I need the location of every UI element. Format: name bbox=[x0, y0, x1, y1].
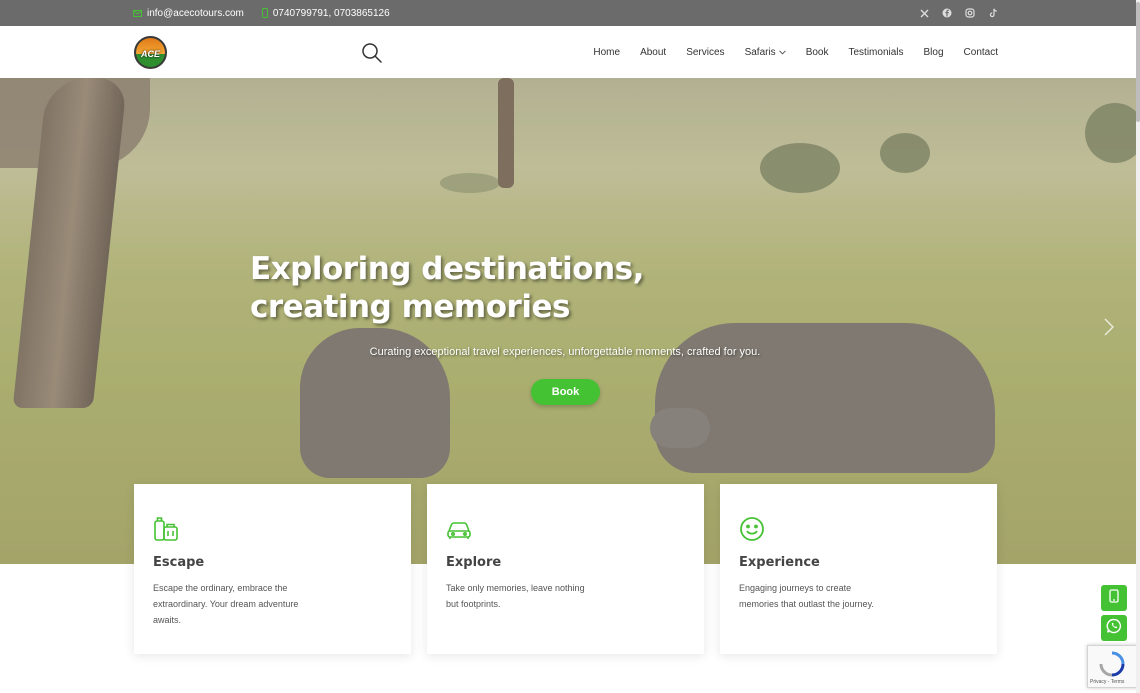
nav-services[interactable]: Services bbox=[686, 47, 724, 58]
search-icon[interactable] bbox=[361, 42, 383, 64]
feature-card-experience: Experience Engaging journeys to create m… bbox=[720, 484, 997, 654]
card-text: Engaging journeys to create memories tha… bbox=[739, 583, 874, 609]
car-icon bbox=[446, 516, 472, 542]
recaptcha-terms[interactable]: Privacy - Terms bbox=[1090, 679, 1124, 685]
email-link[interactable]: info@acecotours.com bbox=[133, 8, 244, 19]
whatsapp-button[interactable] bbox=[1101, 615, 1127, 641]
phone-icon bbox=[1109, 588, 1119, 608]
card-title: Experience bbox=[739, 555, 820, 570]
call-button[interactable] bbox=[1101, 585, 1127, 611]
x-icon[interactable] bbox=[919, 8, 929, 18]
site-header: ACE Home About Services Safaris Book Tes… bbox=[0, 26, 1140, 78]
envelope-icon bbox=[133, 9, 142, 17]
phone-icon bbox=[261, 8, 268, 18]
tiktok-icon[interactable] bbox=[988, 8, 998, 18]
card-title: Escape bbox=[153, 555, 205, 570]
site-logo[interactable]: ACE bbox=[134, 36, 167, 69]
nav-testimonials[interactable]: Testimonials bbox=[848, 47, 903, 58]
book-button[interactable]: Book bbox=[531, 379, 600, 405]
contact-info: info@acecotours.com 0740799791, 07038651… bbox=[133, 0, 390, 26]
card-text: Escape the ordinary, embrace the extraor… bbox=[153, 583, 299, 625]
feature-card-escape: Escape Escape the ordinary, embrace the … bbox=[134, 484, 411, 654]
card-title: Explore bbox=[446, 555, 502, 570]
logo-text: ACE bbox=[140, 49, 160, 59]
nav-about[interactable]: About bbox=[640, 47, 666, 58]
smile-icon bbox=[739, 516, 765, 542]
nav-contact[interactable]: Contact bbox=[964, 47, 998, 58]
phone-text: 0740799791, 0703865126 bbox=[272, 7, 390, 19]
nav-home[interactable]: Home bbox=[593, 47, 620, 58]
chevron-right-icon[interactable] bbox=[1104, 318, 1118, 338]
instagram-icon[interactable] bbox=[965, 8, 975, 18]
email-text: info@acecotours.com bbox=[147, 7, 244, 19]
hero-title: Exploring destinations, creating memorie… bbox=[250, 251, 644, 325]
card-text: Take only memories, leave nothing but fo… bbox=[446, 583, 585, 609]
feature-card-explore: Explore Take only memories, leave nothin… bbox=[427, 484, 704, 654]
facebook-icon[interactable] bbox=[942, 8, 952, 18]
whatsapp-icon bbox=[1106, 618, 1122, 639]
luggage-icon bbox=[153, 516, 179, 542]
page-scrollbar[interactable] bbox=[1136, 0, 1140, 693]
scrollbar-thumb[interactable] bbox=[1136, 2, 1140, 122]
social-links bbox=[919, 0, 998, 26]
nav-book[interactable]: Book bbox=[806, 47, 829, 58]
chevron-down-icon bbox=[778, 47, 786, 58]
main-nav: Home About Services Safaris Book Testimo… bbox=[573, 26, 998, 78]
top-bar: info@acecotours.com 0740799791, 07038651… bbox=[0, 0, 1140, 26]
hero-subtitle: Curating exceptional travel experiences,… bbox=[369, 346, 761, 358]
nav-safaris[interactable]: Safaris bbox=[745, 47, 786, 58]
nav-safaris-label: Safaris bbox=[744, 46, 776, 58]
phone-link[interactable]: 0740799791, 0703865126 bbox=[261, 7, 390, 19]
nav-blog[interactable]: Blog bbox=[924, 47, 944, 58]
recaptcha-badge[interactable]: Privacy - Terms bbox=[1087, 645, 1140, 688]
